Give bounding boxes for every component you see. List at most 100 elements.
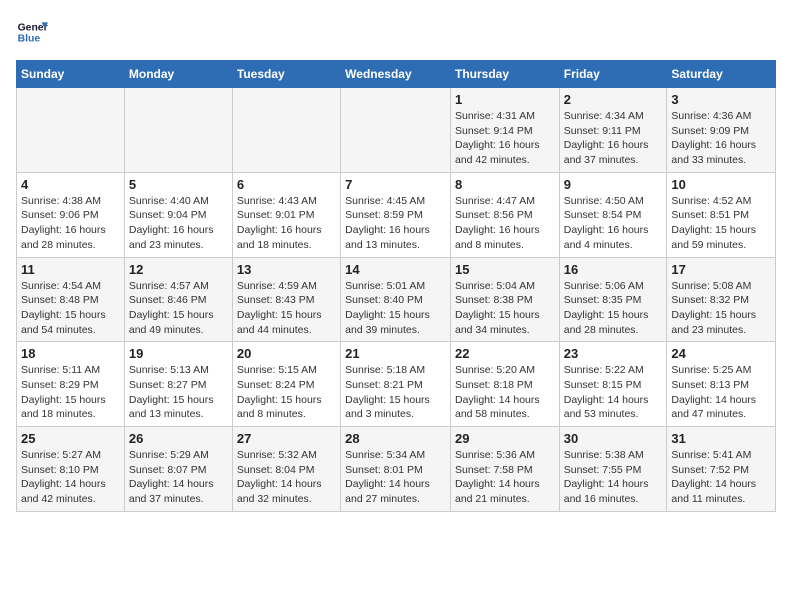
day-info: Sunrise: 4:38 AM Sunset: 9:06 PM Dayligh… — [21, 194, 120, 253]
week-row-4: 18 Sunrise: 5:11 AM Sunset: 8:29 PM Dayli… — [17, 342, 776, 427]
day-number: 6 — [237, 177, 336, 192]
day-info: Sunrise: 4:31 AM Sunset: 9:14 PM Dayligh… — [455, 109, 555, 168]
day-info: Sunrise: 5:13 AM Sunset: 8:27 PM Dayligh… — [129, 363, 228, 422]
day-info: Sunrise: 5:04 AM Sunset: 8:38 PM Dayligh… — [455, 279, 555, 338]
header-wednesday: Wednesday — [341, 61, 451, 88]
day-cell: 2Sunrise: 4:34 AM Sunset: 9:11 PM Daylig… — [559, 88, 667, 173]
day-info: Sunrise: 4:52 AM Sunset: 8:51 PM Dayligh… — [671, 194, 771, 253]
day-cell: 17 Sunrise: 5:08 AM Sunset: 8:32 PM Dayli… — [667, 257, 776, 342]
day-info: Sunrise: 4:40 AM Sunset: 9:04 PM Dayligh… — [129, 194, 228, 253]
day-number: 10 — [671, 177, 771, 192]
day-number: 2 — [564, 92, 663, 107]
day-number: 22 — [455, 346, 555, 361]
day-number: 12 — [129, 262, 228, 277]
day-number: 18 — [21, 346, 120, 361]
day-cell: 26 Sunrise: 5:29 AM Sunset: 8:07 PM Dayli… — [124, 427, 232, 512]
day-info: Sunrise: 4:36 AM Sunset: 9:09 PM Dayligh… — [671, 109, 771, 168]
day-number: 17 — [671, 262, 771, 277]
day-number: 30 — [564, 431, 663, 446]
calendar-table: SundayMondayTuesdayWednesdayThursdayFrid… — [16, 60, 776, 512]
day-cell: 20 Sunrise: 5:15 AM Sunset: 8:24 PM Dayli… — [232, 342, 340, 427]
day-number: 19 — [129, 346, 228, 361]
week-row-1: 1 Sunrise: 4:31 AM Sunset: 9:14 PM Daylig… — [17, 88, 776, 173]
day-cell: 5 Sunrise: 4:40 AM Sunset: 9:04 PM Daylig… — [124, 172, 232, 257]
day-info: Sunrise: 5:27 AM Sunset: 8:10 PM Dayligh… — [21, 448, 120, 507]
day-number: 14 — [345, 262, 446, 277]
day-number: 26 — [129, 431, 228, 446]
day-info: Sunrise: 4:57 AM Sunset: 8:46 PM Dayligh… — [129, 279, 228, 338]
day-cell — [124, 88, 232, 173]
day-info: Sunrise: 4:54 AM Sunset: 8:48 PM Dayligh… — [21, 279, 120, 338]
day-cell — [232, 88, 340, 173]
day-info: Sunrise: 5:20 AM Sunset: 8:18 PM Dayligh… — [455, 363, 555, 422]
day-info: Sunrise: 5:15 AM Sunset: 8:24 PM Dayligh… — [237, 363, 336, 422]
day-info: Sunrise: 5:22 AM Sunset: 8:15 PM Dayligh… — [564, 363, 663, 422]
day-cell: 15 Sunrise: 5:04 AM Sunset: 8:38 PM Dayli… — [450, 257, 559, 342]
day-info: Sunrise: 4:43 AM Sunset: 9:01 PM Dayligh… — [237, 194, 336, 253]
day-cell: 27 Sunrise: 5:32 AM Sunset: 8:04 PM Dayli… — [232, 427, 340, 512]
logo-icon: General Blue — [16, 16, 48, 48]
day-cell: 19 Sunrise: 5:13 AM Sunset: 8:27 PM Dayli… — [124, 342, 232, 427]
week-row-3: 11 Sunrise: 4:54 AM Sunset: 8:48 PM Dayli… — [17, 257, 776, 342]
day-info: Sunrise: 5:38 AM Sunset: 7:55 PM Dayligh… — [564, 448, 663, 507]
day-info: Sunrise: 5:29 AM Sunset: 8:07 PM Dayligh… — [129, 448, 228, 507]
day-number: 25 — [21, 431, 120, 446]
day-cell: 31Sunrise: 5:41 AM Sunset: 7:52 PM Dayli… — [667, 427, 776, 512]
day-number: 11 — [21, 262, 120, 277]
day-number: 13 — [237, 262, 336, 277]
header-sunday: Sunday — [17, 61, 125, 88]
day-cell: 29 Sunrise: 5:36 AM Sunset: 7:58 PM Dayli… — [450, 427, 559, 512]
day-number: 4 — [21, 177, 120, 192]
day-number: 29 — [455, 431, 555, 446]
day-number: 7 — [345, 177, 446, 192]
header-thursday: Thursday — [450, 61, 559, 88]
header-tuesday: Tuesday — [232, 61, 340, 88]
day-number: 27 — [237, 431, 336, 446]
day-number: 21 — [345, 346, 446, 361]
header-saturday: Saturday — [667, 61, 776, 88]
day-cell: 28Sunrise: 5:34 AM Sunset: 8:01 PM Dayli… — [341, 427, 451, 512]
day-info: Sunrise: 4:47 AM Sunset: 8:56 PM Dayligh… — [455, 194, 555, 253]
day-cell: 12 Sunrise: 4:57 AM Sunset: 8:46 PM Dayli… — [124, 257, 232, 342]
day-cell: 16 Sunrise: 5:06 AM Sunset: 8:35 PM Dayli… — [559, 257, 667, 342]
day-number: 15 — [455, 262, 555, 277]
calendar-header-row: SundayMondayTuesdayWednesdayThursdayFrid… — [17, 61, 776, 88]
week-row-5: 25 Sunrise: 5:27 AM Sunset: 8:10 PM Dayli… — [17, 427, 776, 512]
day-cell: 7 Sunrise: 4:45 AM Sunset: 8:59 PM Daylig… — [341, 172, 451, 257]
day-number: 20 — [237, 346, 336, 361]
day-cell: 8 Sunrise: 4:47 AM Sunset: 8:56 PM Daylig… — [450, 172, 559, 257]
day-cell: 22 Sunrise: 5:20 AM Sunset: 8:18 PM Dayli… — [450, 342, 559, 427]
day-cell — [17, 88, 125, 173]
day-info: Sunrise: 5:36 AM Sunset: 7:58 PM Dayligh… — [455, 448, 555, 507]
day-cell: 4 Sunrise: 4:38 AM Sunset: 9:06 PM Daylig… — [17, 172, 125, 257]
day-number: 31 — [671, 431, 771, 446]
day-cell — [341, 88, 451, 173]
day-number: 24 — [671, 346, 771, 361]
day-info: Sunrise: 5:32 AM Sunset: 8:04 PM Dayligh… — [237, 448, 336, 507]
day-cell: 9 Sunrise: 4:50 AM Sunset: 8:54 PM Daylig… — [559, 172, 667, 257]
day-info: Sunrise: 5:08 AM Sunset: 8:32 PM Dayligh… — [671, 279, 771, 338]
day-info: Sunrise: 4:50 AM Sunset: 8:54 PM Dayligh… — [564, 194, 663, 253]
week-row-2: 4 Sunrise: 4:38 AM Sunset: 9:06 PM Daylig… — [17, 172, 776, 257]
svg-text:Blue: Blue — [18, 34, 41, 45]
day-number: 23 — [564, 346, 663, 361]
day-info: Sunrise: 5:01 AM Sunset: 8:40 PM Dayligh… — [345, 279, 446, 338]
logo: General Blue — [16, 16, 48, 48]
day-number: 16 — [564, 262, 663, 277]
day-info: Sunrise: 5:11 AM Sunset: 8:29 PM Dayligh… — [21, 363, 120, 422]
day-cell: 18 Sunrise: 5:11 AM Sunset: 8:29 PM Dayli… — [17, 342, 125, 427]
day-number: 5 — [129, 177, 228, 192]
day-number: 1 — [455, 92, 555, 107]
day-number: 9 — [564, 177, 663, 192]
day-cell: 1 Sunrise: 4:31 AM Sunset: 9:14 PM Daylig… — [450, 88, 559, 173]
day-cell: 10 Sunrise: 4:52 AM Sunset: 8:51 PM Dayli… — [667, 172, 776, 257]
day-number: 8 — [455, 177, 555, 192]
day-number: 3 — [671, 92, 771, 107]
day-info: Sunrise: 5:06 AM Sunset: 8:35 PM Dayligh… — [564, 279, 663, 338]
day-info: Sunrise: 4:45 AM Sunset: 8:59 PM Dayligh… — [345, 194, 446, 253]
day-cell: 30 Sunrise: 5:38 AM Sunset: 7:55 PM Dayli… — [559, 427, 667, 512]
day-cell: 13Sunrise: 4:59 AM Sunset: 8:43 PM Dayli… — [232, 257, 340, 342]
day-cell: 14 Sunrise: 5:01 AM Sunset: 8:40 PM Dayli… — [341, 257, 451, 342]
header-friday: Friday — [559, 61, 667, 88]
header-monday: Monday — [124, 61, 232, 88]
